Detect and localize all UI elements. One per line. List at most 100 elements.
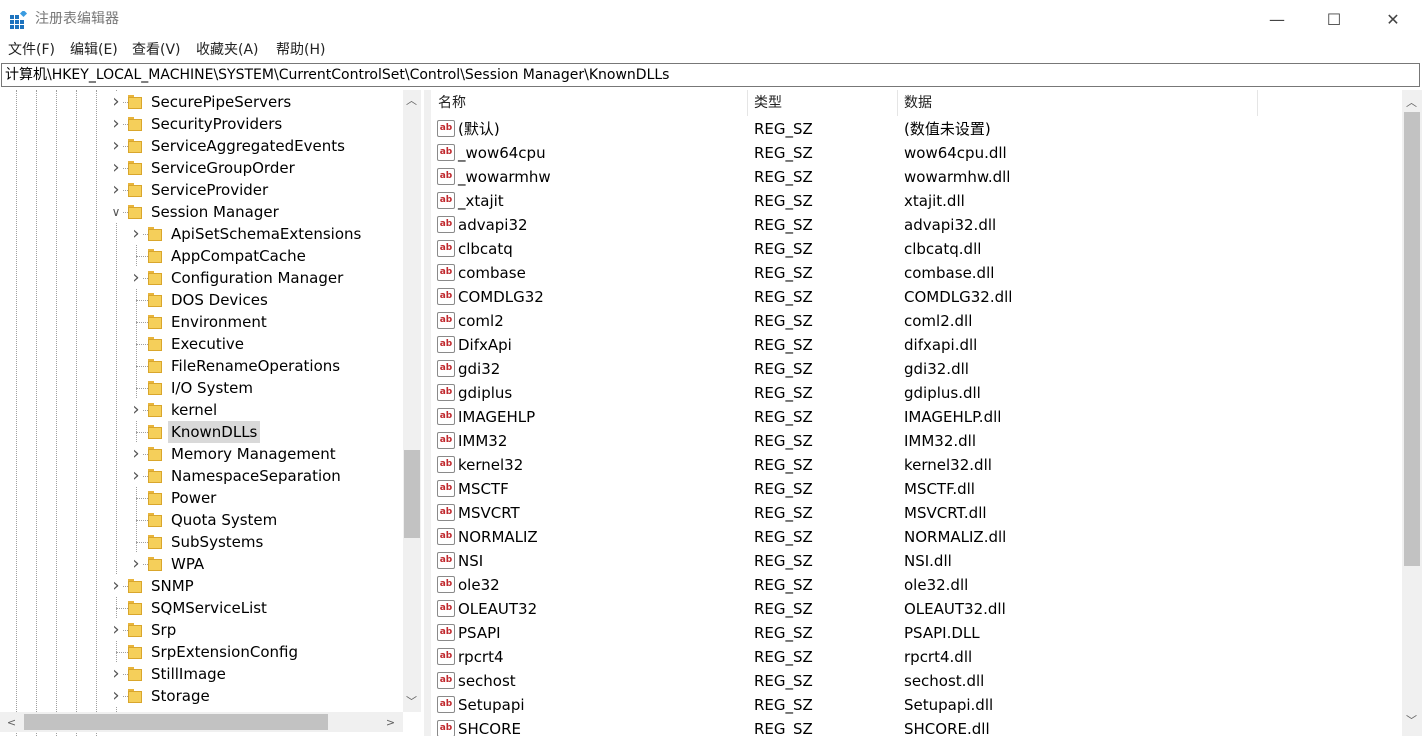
menu-file[interactable]: 文件(F) — [8, 40, 55, 60]
list-scroll-thumb[interactable] — [1404, 112, 1420, 566]
chevron-right-icon[interactable]: › — [110, 135, 122, 157]
chevron-right-icon[interactable]: › — [110, 663, 122, 685]
column-header-type[interactable]: 类型 — [754, 90, 782, 116]
chevron-right-icon[interactable]: › — [110, 113, 122, 135]
value-row[interactable]: ab IMAGEHLP REG_SZ IMAGEHLP.dll — [431, 405, 1402, 429]
tree-item-filerenameoperations[interactable]: FileRenameOperations — [0, 355, 400, 377]
tree-item-storage[interactable]: › Storage — [0, 685, 400, 707]
value-row[interactable]: ab COMDLG32 REG_SZ COMDLG32.dll — [431, 285, 1402, 309]
tree-item-srpextensionconfig[interactable]: SrpExtensionConfig — [0, 641, 400, 663]
value-row[interactable]: ab advapi32 REG_SZ advapi32.dll — [431, 213, 1402, 237]
tree-item-subsystems[interactable]: SubSystems — [0, 531, 400, 553]
tree-item-environment[interactable]: Environment — [0, 311, 400, 333]
maximize-button[interactable]: ☐ — [1305, 0, 1363, 38]
tree-item-namespaceseparation[interactable]: › NamespaceSeparation — [0, 465, 400, 487]
menu-favorites[interactable]: 收藏夹(A) — [196, 40, 259, 60]
chevron-right-icon[interactable]: › — [130, 465, 142, 487]
value-row[interactable]: ab MSCTF REG_SZ MSCTF.dll — [431, 477, 1402, 501]
tree-item-apisetschemaextensions[interactable]: › ApiSetSchemaExtensions — [0, 223, 400, 245]
menu-help[interactable]: 帮助(H) — [276, 40, 325, 60]
close-button[interactable]: ✕ — [1364, 0, 1422, 38]
tree-item-kernel[interactable]: › kernel — [0, 399, 400, 421]
list-vertical-scrollbar[interactable]: ︿ ﹀ — [1402, 90, 1422, 736]
menu-edit[interactable]: 编辑(E) — [70, 40, 118, 60]
value-row[interactable]: ab SHCORE REG_SZ SHCORE.dll — [431, 717, 1402, 736]
column-divider[interactable] — [747, 90, 748, 116]
tree-item-dos-devices[interactable]: DOS Devices — [0, 289, 400, 311]
tree-vertical-scrollbar[interactable]: ︿ ﹀ — [403, 90, 421, 712]
tree-item-memory-management[interactable]: › Memory Management — [0, 443, 400, 465]
value-row[interactable]: ab gdiplus REG_SZ gdiplus.dll — [431, 381, 1402, 405]
chevron-right-icon[interactable]: › — [110, 179, 122, 201]
value-row[interactable]: ab combase REG_SZ combase.dll — [431, 261, 1402, 285]
value-row[interactable]: ab kernel32 REG_SZ kernel32.dll — [431, 453, 1402, 477]
chevron-right-icon[interactable]: › — [110, 91, 122, 113]
value-row[interactable]: ab coml2 REG_SZ coml2.dll — [431, 309, 1402, 333]
value-row[interactable]: ab gdi32 REG_SZ gdi32.dll — [431, 357, 1402, 381]
address-bar[interactable]: 计算机\HKEY_LOCAL_MACHINE\SYSTEM\CurrentCon… — [1, 63, 1420, 87]
value-row[interactable]: ab ole32 REG_SZ ole32.dll — [431, 573, 1402, 597]
value-row[interactable]: ab _xtajit REG_SZ xtajit.dll — [431, 189, 1402, 213]
tree-item-snmp[interactable]: › SNMP — [0, 575, 400, 597]
scroll-up-icon[interactable]: ︿ — [1403, 94, 1420, 111]
value-row[interactable]: ab IMM32 REG_SZ IMM32.dll — [431, 429, 1402, 453]
column-header-name[interactable]: 名称 — [438, 90, 466, 116]
value-row[interactable]: ab NSI REG_SZ NSI.dll — [431, 549, 1402, 573]
tree-item-power[interactable]: Power — [0, 487, 400, 509]
minimize-button[interactable]: — — [1248, 0, 1306, 38]
chevron-right-icon[interactable]: › — [110, 575, 122, 597]
scroll-up-icon[interactable]: ︿ — [403, 92, 420, 109]
tree-item-i-o-system[interactable]: I/O System — [0, 377, 400, 399]
tree-horizontal-scrollbar[interactable]: < > — [0, 712, 403, 732]
chevron-right-icon[interactable]: › — [110, 619, 122, 641]
value-row[interactable]: ab _wowarmhw REG_SZ wowarmhw.dll — [431, 165, 1402, 189]
tree-item-knowndlls[interactable]: KnownDLLs — [0, 421, 400, 443]
tree-item-securepipeservers[interactable]: › SecurePipeServers — [0, 91, 400, 113]
column-header-data[interactable]: 数据 — [904, 90, 932, 116]
tree-item-srp[interactable]: › Srp — [0, 619, 400, 641]
values-list[interactable]: 名称 类型 数据 ab (默认) REG_SZ (数值未设置) ab _wow64cpu R… — [431, 90, 1402, 736]
value-row[interactable]: ab MSVCRT REG_SZ MSVCRT.dll — [431, 501, 1402, 525]
value-row[interactable]: ab PSAPI REG_SZ PSAPI.DLL — [431, 621, 1402, 645]
chevron-right-icon[interactable]: › — [110, 685, 122, 707]
value-row[interactable]: ab (默认) REG_SZ (数值未设置) — [431, 117, 1402, 141]
chevron-right-icon[interactable]: › — [130, 443, 142, 465]
registry-tree[interactable]: ︿ ﹀ < > › SecurePipeServers › SecurityProvi… — [0, 90, 424, 736]
chevron-right-icon[interactable]: › — [130, 223, 142, 245]
tree-item-session-manager[interactable]: ∨ Session Manager — [0, 201, 400, 223]
value-row[interactable]: ab sechost REG_SZ sechost.dll — [431, 669, 1402, 693]
chevron-right-icon[interactable]: › — [110, 157, 122, 179]
value-row[interactable]: ab DifxApi REG_SZ difxapi.dll — [431, 333, 1402, 357]
scroll-right-icon[interactable]: > — [382, 714, 399, 731]
tree-item-quota-system[interactable]: Quota System — [0, 509, 400, 531]
scroll-left-icon[interactable]: < — [3, 714, 20, 731]
tree-item-sqmservicelist[interactable]: SQMServiceList — [0, 597, 400, 619]
value-row[interactable]: ab rpcrt4 REG_SZ rpcrt4.dll — [431, 645, 1402, 669]
tree-item-serviceaggregatedevents[interactable]: › ServiceAggregatedEvents — [0, 135, 400, 157]
tree-item-configuration-manager[interactable]: › Configuration Manager — [0, 267, 400, 289]
value-row[interactable]: ab OLEAUT32 REG_SZ OLEAUT32.dll — [431, 597, 1402, 621]
value-row[interactable]: ab NORMALIZ REG_SZ NORMALIZ.dll — [431, 525, 1402, 549]
tree-item-stillimage[interactable]: › StillImage — [0, 663, 400, 685]
chevron-right-icon[interactable]: › — [130, 399, 142, 421]
tree-item-wpa[interactable]: › WPA — [0, 553, 400, 575]
tree-item-servicegrouporder[interactable]: › ServiceGroupOrder — [0, 157, 400, 179]
column-divider[interactable] — [1257, 90, 1258, 116]
scroll-down-icon[interactable]: ﹀ — [1403, 712, 1420, 729]
chevron-right-icon[interactable]: › — [130, 267, 142, 289]
menu-view[interactable]: 查看(V) — [132, 40, 181, 60]
chevron-right-icon[interactable]: › — [130, 553, 142, 575]
chevron-down-icon[interactable]: ∨ — [110, 201, 122, 223]
column-divider[interactable] — [897, 90, 898, 116]
tree-hscroll-thumb[interactable] — [24, 714, 328, 730]
value-row[interactable]: ab Setupapi REG_SZ Setupapi.dll — [431, 693, 1402, 717]
value-row[interactable]: ab clbcatq REG_SZ clbcatq.dll — [431, 237, 1402, 261]
pane-splitter[interactable] — [424, 90, 431, 736]
scroll-down-icon[interactable]: ﹀ — [403, 693, 420, 710]
tree-item-executive[interactable]: Executive — [0, 333, 400, 355]
tree-item-serviceprovider[interactable]: › ServiceProvider — [0, 179, 400, 201]
tree-item-appcompatcache[interactable]: AppCompatCache — [0, 245, 400, 267]
tree-scroll-thumb[interactable] — [404, 450, 420, 538]
tree-item-securityproviders[interactable]: › SecurityProviders — [0, 113, 400, 135]
value-row[interactable]: ab _wow64cpu REG_SZ wow64cpu.dll — [431, 141, 1402, 165]
